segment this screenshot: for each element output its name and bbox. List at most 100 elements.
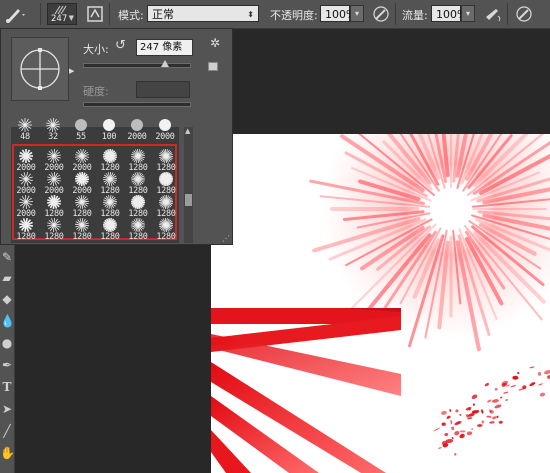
brush-preset-size: 1280 (44, 232, 64, 242)
brush-preset-item[interactable]: 1280 (96, 147, 124, 173)
arrow-right-icon: ▶ (69, 67, 75, 75)
brush-tip-thumbnail (75, 149, 89, 163)
brush-preset-item[interactable]: 1280 (124, 193, 152, 219)
brush-preset-item[interactable]: 100 (95, 116, 123, 142)
opacity-label: 不透明度: (270, 9, 318, 22)
blur-tool-icon[interactable]: 💧 (0, 312, 15, 330)
brush-tip-thumbnail (75, 172, 89, 186)
brush-preset-item[interactable]: 2000 (12, 147, 40, 173)
dodge-tool-icon[interactable]: ● (0, 334, 14, 352)
canvas-artwork (211, 134, 550, 473)
splatter-stroke (433, 366, 550, 456)
brush-tip-thumbnail (47, 195, 61, 209)
brush-preset-item[interactable]: 2000 (40, 170, 68, 196)
line-tool-icon[interactable]: ╱ (0, 422, 14, 440)
brush-preset-size: 1280 (100, 232, 120, 242)
scroll-up-icon[interactable]: ▲ (185, 127, 190, 135)
new-preset-icon[interactable] (208, 62, 218, 71)
brush-tip-thumbnail (18, 118, 32, 132)
brush-preset-item[interactable]: 2000 (68, 170, 96, 196)
flow-dropdown-button[interactable]: ▾ (461, 5, 475, 22)
brush-preset-item[interactable]: 2000 (12, 193, 40, 219)
hardness-input[interactable] (136, 81, 190, 98)
preset-scrollbar[interactable]: ▲ (184, 127, 193, 243)
size-slider-handle[interactable] (161, 60, 169, 67)
brush-preset-item[interactable]: 1280 (152, 216, 180, 242)
brush-tip-thumbnail (19, 172, 33, 186)
brush-preset-item[interactable]: 48 (11, 116, 39, 142)
hardness-slider-track[interactable] (83, 102, 191, 107)
brush-preset-item[interactable]: 1280 (12, 216, 40, 242)
reset-size-icon[interactable]: ↺ (115, 38, 126, 53)
brush-preset-item[interactable]: 1280 (40, 193, 68, 219)
brush-preset-item[interactable]: 1280 (96, 216, 124, 242)
brush-tip-thumbnail (131, 195, 145, 209)
type-tool-icon[interactable]: T (0, 378, 14, 396)
eraser-tool-icon[interactable]: ▰ (0, 269, 14, 287)
select-arrows-icon: ⬍ (247, 10, 254, 19)
brush-tip-thumbnail (103, 149, 117, 163)
mode-value: 正常 (152, 8, 174, 21)
brush-preset-item[interactable]: 32 (39, 116, 67, 142)
brush-preset-picker[interactable]: 247 ▼ (47, 3, 77, 25)
brush-preset-item[interactable]: 1280 (124, 216, 152, 242)
brush-preset-picker-panel: ▶ 大小: ↺ 247 像素 ✲ 硬度: 48 32 55 100 2000 2000 20… (0, 28, 233, 245)
history-brush-tool-icon[interactable]: ✎ (0, 248, 14, 266)
scrollbar-thumb[interactable] (185, 194, 192, 206)
size-slider-track[interactable] (83, 63, 191, 68)
hardness-label: 硬度: (83, 85, 109, 98)
path-selection-tool-icon[interactable]: ➤ (0, 400, 14, 418)
flow-input[interactable]: 100% (431, 5, 467, 22)
document-canvas[interactable] (211, 134, 550, 473)
brush-tip-thumbnail (131, 119, 143, 131)
brush-preset-item[interactable]: 1280 (152, 193, 180, 219)
brush-tip-thumbnail (131, 172, 145, 186)
brush-preset-item[interactable]: 1280 (40, 216, 68, 242)
pressure-opacity-icon[interactable] (371, 4, 391, 24)
brush-preset-item[interactable]: 1280 (124, 147, 152, 173)
mode-select[interactable]: 正常 ⬍ (147, 5, 259, 22)
airbrush-icon[interactable] (483, 4, 503, 24)
brush-tip-thumbnail (47, 149, 61, 163)
opacity-dropdown-button[interactable]: ▾ (350, 5, 364, 22)
brush-tip-thumbnail (103, 119, 115, 131)
opacity-input[interactable]: 100% (320, 5, 356, 22)
brush-panel-toggle-icon[interactable] (86, 4, 104, 24)
brush-preset-size: 1280 (128, 232, 148, 242)
brush-preset-item[interactable]: 1280 (152, 170, 180, 196)
brush-angle-preview[interactable] (11, 37, 69, 101)
brush-preset-item[interactable]: 1280 (124, 170, 152, 196)
brush-tip-thumbnail (75, 218, 89, 232)
brush-tip-thumbnail (159, 218, 173, 232)
brush-tool-icon[interactable] (4, 4, 26, 24)
brush-tip-thumbnail (75, 119, 87, 131)
brush-preset-item[interactable]: 2000 (40, 147, 68, 173)
brush-preset-item[interactable]: 2000 (68, 147, 96, 173)
size-input[interactable]: 247 像素 (136, 39, 193, 56)
brush-preset-item[interactable]: 1280 (68, 193, 96, 219)
paint-bucket-tool-icon[interactable]: ◆ (0, 290, 14, 308)
brush-preset-item[interactable]: 1280 (96, 170, 124, 196)
flow-label: 流量: (402, 9, 428, 22)
brush-preset-size: 32 (48, 132, 58, 142)
resize-grip-icon[interactable]: ⋰ (222, 234, 230, 243)
brush-preset-item[interactable]: 55 (67, 116, 95, 142)
brush-preset-item[interactable]: 2000 (12, 170, 40, 196)
brush-preset-size: 55 (76, 132, 86, 142)
brush-tip-thumbnail (159, 172, 173, 186)
pressure-size-icon[interactable] (514, 4, 534, 24)
brush-preset-item[interactable]: 2000 (123, 116, 151, 142)
brush-preset-item[interactable]: 2000 (151, 116, 179, 142)
pen-tool-icon[interactable]: ✒ (0, 356, 14, 374)
brush-tip-thumbnail (103, 195, 117, 209)
gear-icon[interactable]: ✲ (210, 36, 220, 50)
brush-preset-size: 100 (101, 132, 117, 142)
hand-tool-icon[interactable]: ✋ (0, 444, 15, 462)
brush-tip-thumbnail (75, 195, 89, 209)
brush-tip-thumbnail (103, 218, 117, 232)
brush-tip-thumbnail (131, 218, 145, 232)
brush-preset-item[interactable]: 1280 (96, 193, 124, 219)
brush-preset-item[interactable]: 1280 (152, 147, 180, 173)
brush-preset-item[interactable]: 1280 (68, 216, 96, 242)
brush-preset-size: 48 (20, 132, 30, 142)
